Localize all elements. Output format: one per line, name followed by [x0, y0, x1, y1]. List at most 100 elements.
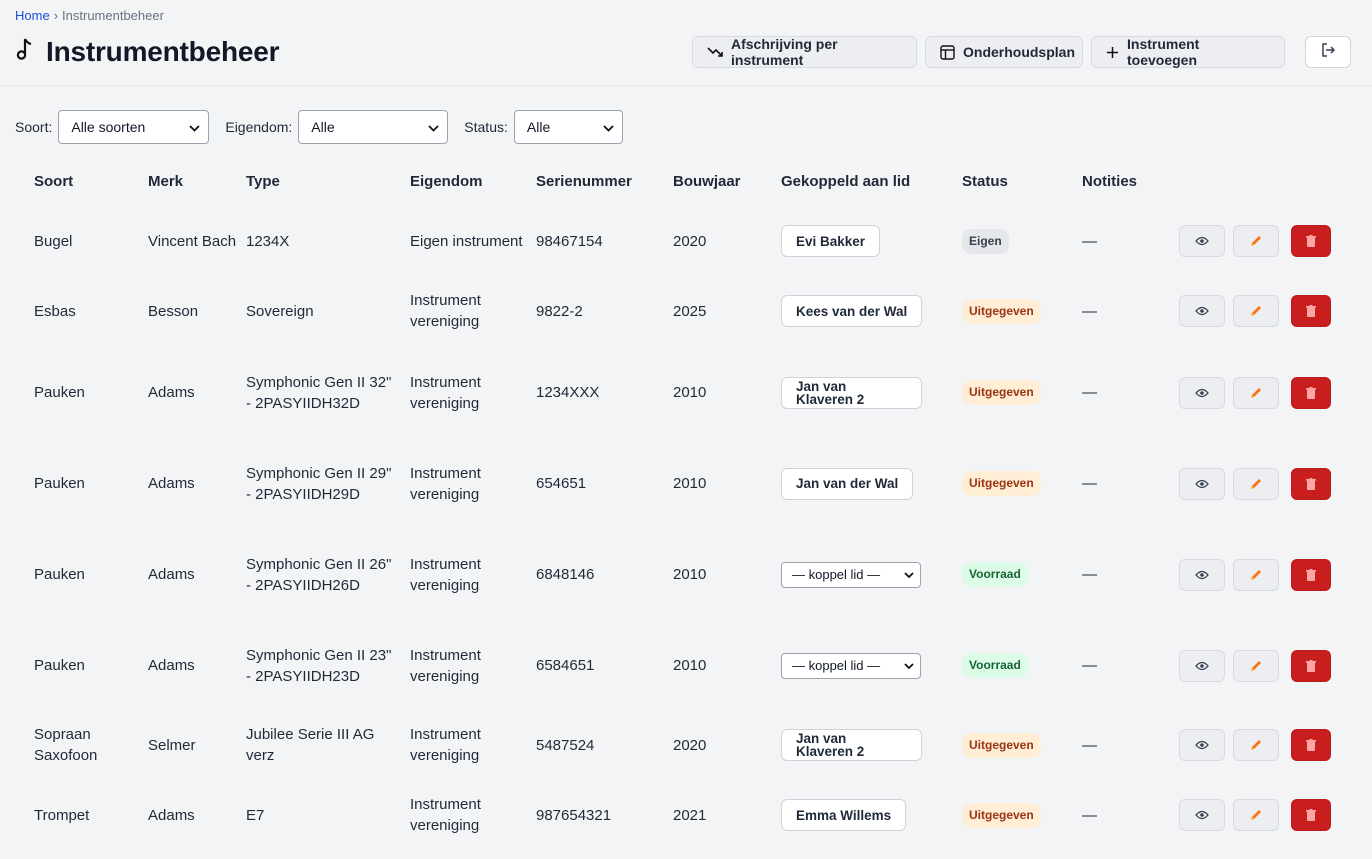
cell-gekoppeld: — koppel lid — [781, 626, 951, 705]
edit-button[interactable] [1233, 729, 1279, 761]
edit-button[interactable] [1233, 295, 1279, 327]
edit-button[interactable] [1233, 558, 1279, 591]
cell-notities: — [1082, 566, 1097, 583]
cell-gekoppeld: Kees van der Wal [781, 283, 951, 339]
status-badge: Uitgegeven [962, 380, 1041, 405]
cell-notities: — [1082, 384, 1097, 401]
depreciation-button[interactable]: Afschrijving per instrument [692, 36, 917, 68]
breadcrumb: Home › Instrumentbeheer [15, 8, 164, 23]
view-button[interactable] [1179, 467, 1225, 500]
chevron-down-icon [189, 119, 200, 135]
edit-button[interactable] [1233, 225, 1279, 257]
cell-soort: Pauken [34, 384, 85, 401]
cell-bouwjaar: 2021 [673, 806, 707, 824]
cell-merk: Besson [148, 302, 199, 320]
cell-eigendom: Eigen instrument [410, 232, 523, 250]
delete-button[interactable] [1291, 295, 1331, 327]
delete-button[interactable] [1291, 649, 1331, 682]
cell-status: Uitgegeven [962, 717, 1072, 773]
pencil-icon [1249, 568, 1263, 582]
trash-icon [1306, 568, 1316, 581]
table-row: Pauken Adams Symphonic Gen II 29" - 2PASYI… [0, 444, 1372, 523]
logout-button[interactable] [1305, 36, 1351, 68]
status-filter-select[interactable]: Alle [513, 110, 623, 144]
cell-notities: — [1082, 806, 1097, 824]
linked-member-button[interactable]: Evi Bakker [781, 225, 881, 257]
view-button[interactable] [1179, 649, 1225, 682]
view-button[interactable] [1179, 225, 1225, 257]
koppel-lid-select[interactable]: — koppel lid — [781, 561, 921, 588]
cell-soort: Trompet [34, 806, 90, 824]
eigendom-filter-label: Eigendom: [225, 119, 293, 135]
cell-type: Symphonic Gen II 23" - 2PASYIIDH23D [246, 646, 392, 685]
soort-filter-select[interactable]: Alle soorten [58, 110, 210, 144]
cell-serienummer: 6848146 [536, 566, 595, 583]
cell-notities: — [1082, 736, 1097, 754]
cell-status: Eigen [962, 213, 1072, 269]
maintenance-plan-button[interactable]: Onderhoudsplan [925, 36, 1083, 68]
view-button[interactable] [1179, 729, 1225, 761]
delete-button[interactable] [1291, 467, 1331, 500]
linked-member-button[interactable]: Kees van der Wal [781, 295, 923, 327]
cell-bouwjaar: 2020 [673, 736, 707, 754]
view-button[interactable] [1179, 376, 1225, 409]
plus-icon [1106, 46, 1119, 59]
eigendom-filter-select[interactable]: Alle [298, 110, 449, 144]
page-header: Home › Instrumentbeheer Instrumentbeheer A… [0, 0, 1372, 86]
delete-button[interactable] [1291, 376, 1331, 409]
music-note-icon [16, 37, 34, 68]
linked-member-button[interactable]: Jan van der Wal [781, 467, 914, 500]
linked-member-button[interactable]: Emma Willems [781, 799, 907, 831]
cell-bouwjaar: 2010 [673, 566, 707, 583]
cell-eigendom: Instrument vereniging [410, 464, 481, 503]
linked-member-button[interactable]: Jan van Klaveren 2 [781, 376, 922, 409]
column-header-type: Type [246, 173, 280, 190]
cell-gekoppeld: Jan van Klaveren 2 [781, 717, 951, 773]
delete-button[interactable] [1291, 729, 1331, 761]
status-badge: Eigen [962, 228, 1009, 254]
cell-soort: Sopraan Saxofoon [34, 726, 98, 764]
cell-soort: Pauken [34, 475, 85, 492]
linked-member-button[interactable]: Jan van Klaveren 2 [781, 729, 922, 761]
eigendom-filter-value: Alle [311, 119, 335, 135]
add-instrument-button[interactable]: Instrument toevoegen [1091, 36, 1285, 68]
column-header-notities: Notities [1082, 173, 1138, 190]
cell-bouwjaar: 2025 [673, 302, 707, 320]
cell-gekoppeld: Jan van Klaveren 2 [781, 353, 951, 432]
pencil-icon [1249, 234, 1263, 248]
delete-button[interactable] [1291, 225, 1331, 257]
edit-button[interactable] [1233, 799, 1279, 831]
cell-bouwjaar: 2010 [673, 384, 707, 401]
eye-icon [1195, 661, 1209, 671]
breadcrumb-current: Instrumentbeheer [62, 8, 164, 23]
cell-soort: Pauken [34, 566, 85, 583]
cell-status: Uitgegeven [962, 283, 1072, 339]
table-row: Pauken Adams Symphonic Gen II 26" - 2PASYI… [0, 535, 1372, 614]
koppel-lid-select[interactable]: — koppel lid — [781, 652, 921, 679]
cell-status: Voorraad [962, 626, 1072, 705]
edit-button[interactable] [1233, 649, 1279, 682]
view-button[interactable] [1179, 558, 1225, 591]
breadcrumb-home-link[interactable]: Home [15, 8, 50, 23]
trash-icon [1306, 659, 1316, 672]
delete-button[interactable] [1291, 799, 1331, 831]
cell-notities: — [1082, 475, 1097, 492]
cell-soort: Esbas [34, 302, 76, 320]
table-row: Trompet Adams E7 Instrument vereniging 98765… [0, 787, 1372, 843]
delete-button[interactable] [1291, 558, 1331, 591]
view-button[interactable] [1179, 799, 1225, 831]
cell-soort: Pauken [34, 657, 85, 674]
cell-gekoppeld: Emma Willems [781, 787, 951, 843]
koppel-lid-value: — koppel lid — [792, 567, 881, 582]
cell-gekoppeld: — koppel lid — [781, 535, 951, 614]
eye-icon [1195, 388, 1209, 398]
eye-icon [1195, 306, 1209, 316]
depreciation-label: Afschrijving per instrument [731, 36, 838, 68]
view-button[interactable] [1179, 295, 1225, 327]
trash-icon [1306, 235, 1316, 247]
eye-icon [1195, 810, 1209, 820]
status-badge: Uitgegeven [962, 732, 1041, 758]
trash-icon [1306, 809, 1316, 821]
edit-button[interactable] [1233, 467, 1279, 500]
edit-button[interactable] [1233, 376, 1279, 409]
